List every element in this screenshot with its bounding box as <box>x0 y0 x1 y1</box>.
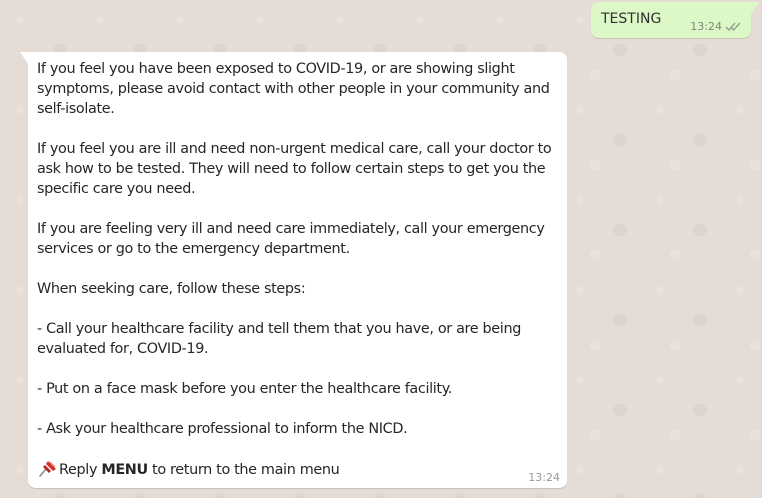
incoming-bubble-tail <box>20 52 28 64</box>
message-paragraph: - Ask your healthcare professional to in… <box>37 421 408 437</box>
outgoing-message-time: 13:24 <box>690 20 722 33</box>
message-paragraph: When seeking care, follow these steps: <box>37 281 306 297</box>
message-paragraph: - Call your healthcare facility and tell… <box>37 321 522 357</box>
incoming-message[interactable]: If you feel you have been exposed to COV… <box>20 52 567 488</box>
outgoing-message[interactable]: TESTING 13:24 <box>591 2 759 38</box>
outgoing-message-meta: 13:24 <box>690 20 742 33</box>
incoming-message-time: 13:24 <box>528 471 560 484</box>
message-paragraph: If you feel you have been exposed to COV… <box>37 61 550 117</box>
menu-instruction-suffix: to return to the main menu <box>147 462 340 478</box>
outgoing-bubble-tail <box>751 2 759 14</box>
menu-instruction-prefix: Reply <box>59 462 102 478</box>
incoming-message-body: If you feel you have been exposed to COV… <box>37 59 559 480</box>
message-paragraph: - Put on a face mask before you enter th… <box>37 381 453 397</box>
pushpin-icon <box>39 461 56 477</box>
outgoing-message-text: TESTING <box>601 11 662 27</box>
double-check-icon <box>725 22 741 31</box>
message-paragraph: If you are feeling very ill and need car… <box>37 221 545 257</box>
message-paragraph: If you feel you are ill and need non-urg… <box>37 141 552 197</box>
menu-instruction: Reply MENU to return to the main menu <box>37 459 559 480</box>
menu-keyword: MENU <box>101 462 148 478</box>
